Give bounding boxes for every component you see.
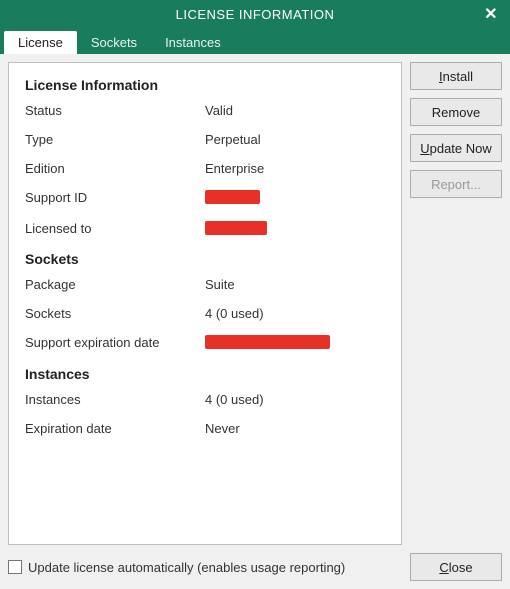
label-licensed-to: Licensed to — [25, 221, 205, 240]
label-instances: Instances — [25, 392, 205, 409]
row-support-expiration: Support expiration date — [25, 335, 385, 354]
install-button[interactable]: Install — [410, 62, 502, 90]
action-sidebar: Install Remove Update Now Report... — [410, 62, 502, 545]
value-edition: Enterprise — [205, 161, 385, 178]
tab-instances[interactable]: Instances — [151, 31, 235, 54]
heading-sockets: Sockets — [25, 251, 385, 267]
value-status: Valid — [205, 103, 385, 120]
row-edition: Edition Enterprise — [25, 161, 385, 178]
license-panel: License Information Status Valid Type Pe… — [8, 62, 402, 545]
row-status: Status Valid — [25, 103, 385, 120]
tab-license[interactable]: License — [4, 31, 77, 54]
report-button: Report... — [410, 170, 502, 198]
row-instances: Instances 4 (0 used) — [25, 392, 385, 409]
auto-update-text: Update license automatically (enables us… — [28, 560, 345, 575]
row-sockets: Sockets 4 (0 used) — [25, 306, 385, 323]
label-expiration: Expiration date — [25, 421, 205, 438]
tab-sockets[interactable]: Sockets — [77, 31, 151, 54]
value-licensed-to — [205, 221, 385, 240]
row-expiration: Expiration date Never — [25, 421, 385, 438]
row-type: Type Perpetual — [25, 132, 385, 149]
value-expiration: Never — [205, 421, 385, 438]
label-sockets: Sockets — [25, 306, 205, 323]
window-title: LICENSE INFORMATION — [176, 7, 335, 22]
label-support-id: Support ID — [25, 190, 205, 209]
row-support-id: Support ID — [25, 190, 385, 209]
row-package: Package Suite — [25, 277, 385, 294]
auto-update-checkbox-label[interactable]: Update license automatically (enables us… — [8, 560, 402, 575]
redacted-block — [205, 221, 267, 235]
value-package: Suite — [205, 277, 385, 294]
value-support-id — [205, 190, 385, 209]
heading-instances: Instances — [25, 366, 385, 382]
redacted-block — [205, 335, 330, 349]
close-button[interactable]: Close — [410, 553, 502, 581]
auto-update-checkbox[interactable] — [8, 560, 22, 574]
label-support-expiration: Support expiration date — [25, 335, 205, 354]
redacted-block — [205, 190, 260, 204]
tab-strip: License Sockets Instances — [0, 28, 510, 54]
update-now-button[interactable]: Update Now — [410, 134, 502, 162]
label-type: Type — [25, 132, 205, 149]
label-edition: Edition — [25, 161, 205, 178]
label-status: Status — [25, 103, 205, 120]
label-package: Package — [25, 277, 205, 294]
value-support-expiration — [205, 335, 385, 354]
close-icon[interactable]: ✕ — [484, 4, 498, 24]
titlebar: LICENSE INFORMATION ✕ — [0, 0, 510, 28]
remove-button[interactable]: Remove — [410, 98, 502, 126]
value-sockets: 4 (0 used) — [205, 306, 385, 323]
row-licensed-to: Licensed to — [25, 221, 385, 240]
value-instances: 4 (0 used) — [205, 392, 385, 409]
heading-license-info: License Information — [25, 77, 385, 93]
value-type: Perpetual — [205, 132, 385, 149]
footer: Update license automatically (enables us… — [0, 545, 510, 589]
